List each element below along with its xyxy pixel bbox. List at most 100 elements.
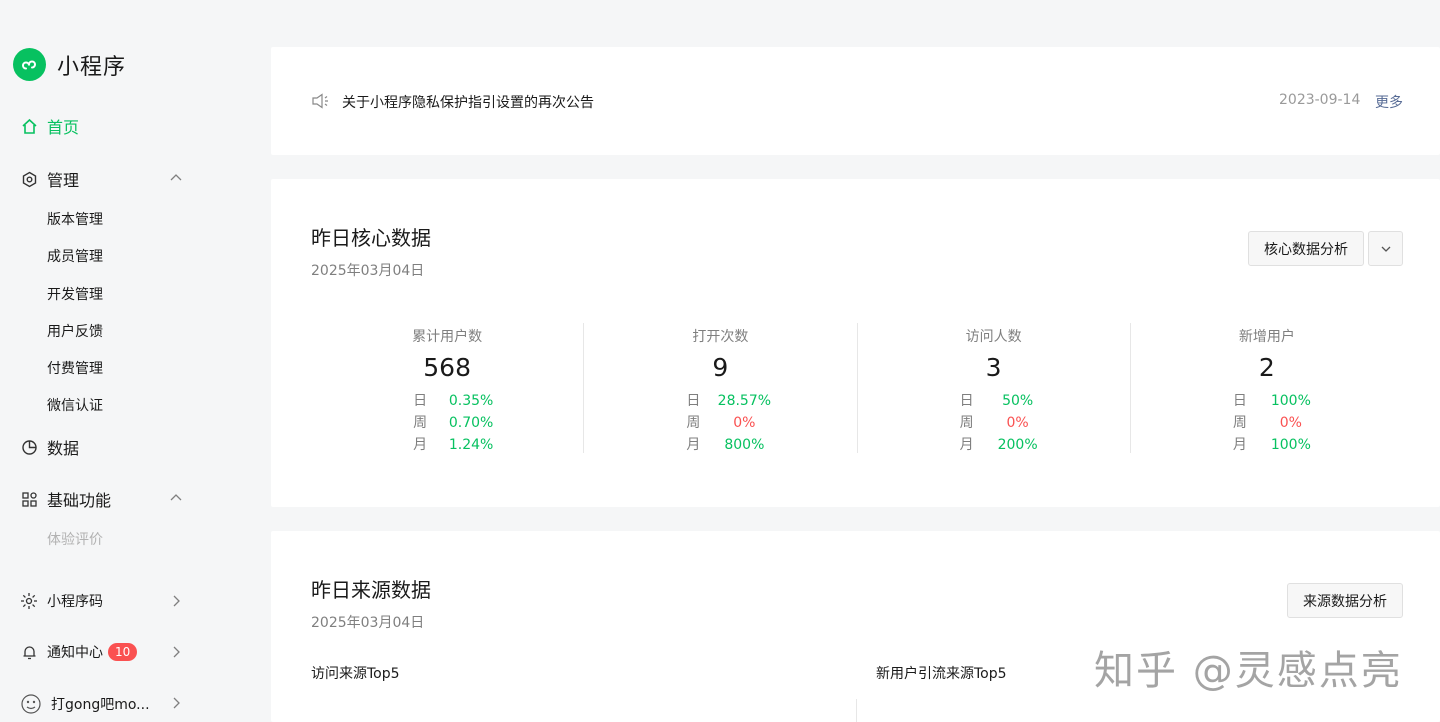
trend-value: 100% xyxy=(1270,437,1311,453)
metric-label: 访问人数 xyxy=(965,329,1022,345)
metric-label: 累计用户数 xyxy=(412,329,483,345)
sidebar-item-label: 通知中心 xyxy=(47,645,103,661)
trend-week: 周 0.70% xyxy=(413,412,501,434)
metric-value: 3 xyxy=(985,353,1002,382)
speaker-icon xyxy=(312,93,328,109)
column-divider xyxy=(856,699,857,722)
trend-month: 月 100% xyxy=(1233,434,1321,456)
metric-value: 568 xyxy=(423,353,471,382)
settings-hex-icon xyxy=(20,170,38,188)
trend-week: 周 0% xyxy=(960,412,1048,434)
watermark-text: 知乎 @灵感点亮 xyxy=(1094,648,1403,694)
sidebar-item-label: 管理 xyxy=(47,171,80,190)
trend-month: 月 800% xyxy=(686,434,774,456)
sidebar-item-label: 小程序码 xyxy=(47,594,103,610)
source-analysis-button[interactable]: 来源数据分析 xyxy=(1287,583,1403,618)
metric-visitors[interactable]: 访问人数 3 日 50% 周 0% 月 200% xyxy=(858,323,1131,453)
grid-icon xyxy=(20,490,38,508)
sidebar-subitem-verify[interactable]: 微信认证 xyxy=(47,395,103,415)
trend-value: 0% xyxy=(733,415,756,431)
trend-day: 日 100% xyxy=(1233,390,1321,412)
visit-source-top5-heading: 访问来源Top5 xyxy=(311,666,400,682)
sidebar-item-label: 数据 xyxy=(47,439,80,458)
sidebar-subitem-members[interactable]: 成员管理 xyxy=(47,246,103,266)
sidebar-item-basic[interactable]: 基础功能 xyxy=(20,487,111,511)
metric-label: 新增用户 xyxy=(1238,329,1295,345)
source-data-date: 2025年03月04日 xyxy=(311,615,425,631)
sidebar-subitem-review[interactable]: 体验评价 xyxy=(47,529,103,549)
chevron-right-icon[interactable] xyxy=(168,644,184,660)
trend-value: 200% xyxy=(997,437,1038,453)
sidebar-item-home[interactable]: 首页 xyxy=(20,114,79,138)
trend-key: 月 xyxy=(1232,437,1247,453)
metric-trends: 日 50% 周 0% 月 200% xyxy=(960,390,1048,456)
trend-value: 0.70% xyxy=(448,415,494,431)
metric-value: 2 xyxy=(1258,353,1275,382)
notice-more-link[interactable]: 更多 xyxy=(1375,92,1403,112)
trend-key: 周 xyxy=(959,415,974,431)
source-data-title: 昨日来源数据 xyxy=(311,578,431,602)
trend-value: 800% xyxy=(724,437,765,453)
trend-key: 日 xyxy=(413,393,428,409)
core-data-date: 2025年03月04日 xyxy=(311,263,425,279)
chevron-right-icon[interactable] xyxy=(168,593,184,609)
trend-key: 月 xyxy=(413,437,428,453)
notice-date: 2023-09-14 xyxy=(1279,92,1361,108)
trend-month: 月 1.24% xyxy=(413,434,501,456)
trend-week: 周 0% xyxy=(686,412,774,434)
trend-key: 周 xyxy=(413,415,428,431)
notice-title[interactable]: 关于小程序隐私保护指引设置的再次公告 xyxy=(342,92,594,112)
new-user-source-top5-heading: 新用户引流来源Top5 xyxy=(876,666,1007,682)
sidebar-subitem-feedback[interactable]: 用户反馈 xyxy=(47,321,103,341)
metric-trends: 日 100% 周 0% 月 100% xyxy=(1233,390,1321,456)
bell-icon xyxy=(20,643,38,661)
core-analysis-dropdown-button[interactable] xyxy=(1368,231,1403,266)
metric-value: 9 xyxy=(712,353,729,382)
trend-value: 0% xyxy=(1279,415,1302,431)
trend-day: 日 28.57% xyxy=(686,390,774,412)
metric-total-users[interactable]: 累计用户数 568 日 0.35% 周 0.70% 月 1.24% xyxy=(311,323,585,456)
brand[interactable]: 小程序 xyxy=(13,48,126,81)
trend-key: 月 xyxy=(686,437,701,453)
metric-open-count[interactable]: 打开次数 9 日 28.57% 周 0% 月 800% xyxy=(584,323,858,456)
sidebar-item-manage[interactable]: 管理 xyxy=(20,167,79,191)
chevron-up-icon[interactable] xyxy=(168,490,184,506)
metric-new-users[interactable]: 新增用户 2 日 100% 周 0% 月 100% xyxy=(1131,323,1403,453)
trend-value: 28.57% xyxy=(717,393,772,409)
sidebar-item-notify[interactable]: 通知中心 10 xyxy=(20,642,138,662)
metric-trends: 日 28.57% 周 0% 月 800% xyxy=(686,390,774,456)
sidebar-subitem-develop[interactable]: 开发管理 xyxy=(47,284,103,304)
trend-key: 周 xyxy=(686,415,701,431)
trend-week: 周 0% xyxy=(1233,412,1321,434)
core-data-card: 昨日核心数据 2025年03月04日 核心数据分析 累计用户数 568 日 0.3… xyxy=(271,179,1440,507)
trend-key: 日 xyxy=(959,393,974,409)
trend-day: 日 50% xyxy=(960,390,1048,412)
sidebar-item-data[interactable]: 数据 xyxy=(20,435,79,459)
trend-key: 日 xyxy=(686,393,701,409)
trend-day: 日 0.35% xyxy=(413,390,501,412)
brand-name: 小程序 xyxy=(57,54,127,80)
core-data-title: 昨日核心数据 xyxy=(311,226,431,250)
chevron-down-icon xyxy=(1381,246,1390,252)
chevron-right-icon[interactable] xyxy=(168,695,184,711)
sun-qrcode-icon xyxy=(20,592,38,610)
notification-count-badge: 10 xyxy=(108,643,138,661)
sidebar-subitem-version[interactable]: 版本管理 xyxy=(47,209,103,229)
trend-value: 0% xyxy=(1006,415,1029,431)
trend-value: 0.35% xyxy=(448,393,494,409)
sidebar-item-account[interactable]: 打gong吧mo... xyxy=(20,693,150,715)
sidebar-subitem-payment[interactable]: 付费管理 xyxy=(47,358,103,378)
pie-chart-icon xyxy=(20,438,38,456)
sidebar-item-qrcode[interactable]: 小程序码 xyxy=(20,591,103,611)
trend-key: 日 xyxy=(1232,393,1247,409)
chevron-up-icon[interactable] xyxy=(168,170,184,186)
core-analysis-button[interactable]: 核心数据分析 xyxy=(1248,231,1364,266)
miniprogram-logo-icon xyxy=(13,48,46,81)
sidebar-item-label: 基础功能 xyxy=(47,491,112,510)
notice-card: 关于小程序隐私保护指引设置的再次公告 2023-09-14 更多 xyxy=(271,47,1440,155)
trend-key: 周 xyxy=(1232,415,1247,431)
trend-value: 100% xyxy=(1270,393,1311,409)
account-name: 打gong吧mo... xyxy=(51,697,150,713)
metric-label: 打开次数 xyxy=(692,329,749,345)
home-icon xyxy=(20,117,38,135)
